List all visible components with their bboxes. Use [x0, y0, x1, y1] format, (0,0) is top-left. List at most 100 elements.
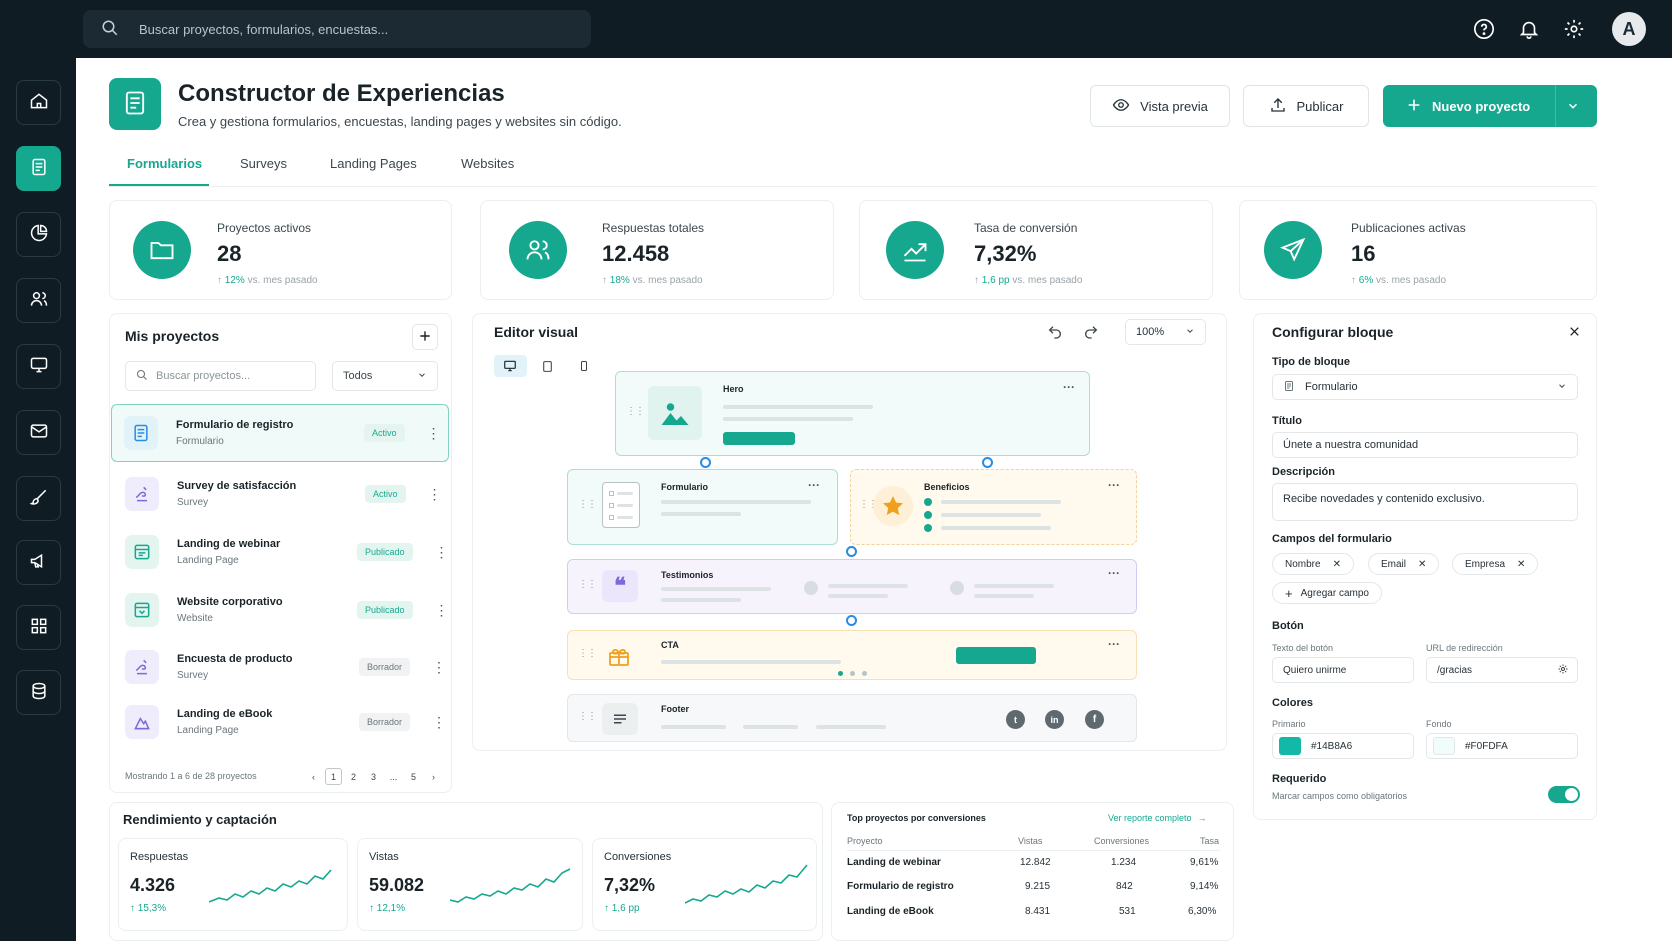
project-row-landing-ebook[interactable]: Landing de eBook Landing Page Borrador ⋮ — [111, 693, 449, 751]
chevron-right-icon[interactable]: › — [425, 768, 442, 785]
title-label: Título — [1272, 415, 1302, 427]
undo-icon[interactable] — [1047, 324, 1063, 343]
add-block-node[interactable] — [846, 615, 857, 626]
mobile-icon[interactable] — [567, 355, 600, 377]
table-row[interactable]: Landing de eBook 8.431 531 6,30% — [847, 906, 1220, 926]
drag-handle-icon[interactable]: ⋮⋮ — [578, 648, 597, 659]
project-row-landing-webinar[interactable]: Landing de webinar Landing Page Publicado… — [111, 523, 449, 581]
desktop-icon[interactable] — [494, 355, 527, 377]
more-options-icon[interactable]: ⋮ — [427, 425, 441, 442]
cta-block[interactable]: ⋮⋮ CTA ··· — [567, 630, 1137, 680]
close-icon[interactable]: ✕ — [1517, 559, 1525, 570]
preview-button[interactable]: Vista previa — [1090, 85, 1230, 127]
more-options-icon[interactable]: ··· — [808, 478, 820, 492]
hero-block[interactable]: ⋮⋮ Hero ··· — [615, 371, 1090, 456]
required-toggle[interactable] — [1548, 786, 1580, 803]
gear-icon[interactable] — [1562, 17, 1586, 41]
sidebar-item-design[interactable] — [16, 476, 61, 521]
field-chip-nombre[interactable]: Nombre ✕ — [1272, 553, 1354, 575]
description-textarea[interactable]: Recibe novedades y contenido exclusivo. — [1272, 483, 1578, 521]
avatar[interactable]: A — [1612, 12, 1646, 46]
field-chip-email[interactable]: Email ✕ — [1368, 553, 1440, 575]
close-icon[interactable]: ✕ — [1333, 559, 1341, 570]
tab-surveys[interactable]: Surveys — [240, 156, 287, 171]
page-button[interactable]: 5 — [405, 768, 422, 785]
background-color-input[interactable]: #F0FDFA — [1426, 733, 1578, 759]
sidebar-item-contacts[interactable] — [16, 278, 61, 323]
more-options-icon[interactable]: ··· — [1108, 637, 1120, 651]
bell-icon[interactable] — [1517, 17, 1541, 41]
more-options-icon[interactable]: ⋮ — [432, 714, 446, 731]
sidebar-item-database[interactable] — [16, 670, 61, 715]
more-options-icon[interactable]: ⋮ — [435, 544, 449, 561]
megaphone-icon — [29, 551, 49, 574]
project-filter-select[interactable]: Todos — [332, 361, 438, 391]
form-block[interactable]: ⋮⋮ Formulario ··· — [567, 469, 838, 545]
title-input[interactable]: Únete a nuestra comunidad — [1272, 432, 1578, 458]
add-field-button[interactable]: + Agregar campo — [1272, 582, 1382, 604]
more-options-icon[interactable]: ··· — [1063, 380, 1075, 394]
add-project-button[interactable] — [412, 324, 438, 350]
sidebar-item-apps[interactable] — [16, 605, 61, 650]
chevron-down-icon[interactable] — [1566, 99, 1580, 116]
sidebar-item-websites[interactable] — [16, 344, 61, 389]
add-block-node[interactable] — [700, 457, 711, 468]
page-button[interactable]: 1 — [325, 768, 342, 785]
more-options-icon[interactable]: ⋮ — [432, 659, 446, 676]
add-block-node[interactable] — [846, 546, 857, 557]
publish-button[interactable]: Publicar — [1243, 85, 1369, 127]
project-row-website-corporativo[interactable]: Website corporativo Website Publicado ⋮ — [111, 581, 449, 639]
status-badge: Borrador — [359, 658, 411, 676]
full-report-link[interactable]: Ver reporte completo → — [1108, 813, 1207, 823]
redirect-url-input[interactable]: /gracias — [1426, 657, 1578, 683]
block-type-select[interactable]: Formulario — [1272, 374, 1578, 400]
gear-icon[interactable] — [1557, 663, 1569, 678]
tablet-icon[interactable] — [531, 355, 564, 377]
text-align-icon — [602, 703, 638, 735]
sidebar-item-home[interactable] — [16, 80, 61, 125]
testimonials-block[interactable]: ⋮⋮ ❝ Testimonios ··· — [567, 559, 1137, 614]
footer-block[interactable]: ⋮⋮ Footer t in f — [567, 694, 1137, 742]
project-search-input[interactable]: Buscar proyectos... — [125, 361, 316, 391]
add-block-node[interactable] — [982, 457, 993, 468]
table-row[interactable]: Landing de webinar 12.842 1.234 9,61% — [847, 857, 1220, 877]
page-subtitle: Crea y gestiona formularios, encuestas, … — [178, 114, 622, 129]
tab-formularios[interactable]: Formularios — [127, 156, 202, 171]
block-type-display: Formulario — [1283, 380, 1358, 395]
redo-icon[interactable] — [1083, 324, 1099, 343]
stat-value: 28 — [217, 241, 242, 266]
drag-handle-icon[interactable]: ⋮⋮ — [578, 579, 597, 590]
primary-color-input[interactable]: #14B8A6 — [1272, 733, 1414, 759]
new-project-button[interactable]: Nuevo proyecto — [1383, 85, 1597, 127]
project-row-survey-satisfaccion[interactable]: Survey de satisfacción Survey Activo ⋮ — [111, 465, 449, 523]
more-options-icon[interactable]: ··· — [1108, 478, 1120, 492]
global-search-input[interactable]: Buscar proyectos, formularios, encuestas… — [83, 10, 591, 48]
drag-handle-icon[interactable]: ⋮⋮ — [626, 406, 645, 417]
button-text-input[interactable]: Quiero unirme — [1272, 657, 1414, 683]
project-row-encuesta-producto[interactable]: Encuesta de producto Survey Borrador ⋮ — [111, 638, 449, 696]
close-icon[interactable]: ✕ — [1418, 559, 1426, 570]
close-icon[interactable] — [1568, 325, 1581, 341]
page-button[interactable]: 2 — [345, 768, 362, 785]
more-options-icon[interactable]: ··· — [1108, 566, 1120, 580]
more-options-icon[interactable]: ⋮ — [435, 602, 449, 619]
field-chip-empresa[interactable]: Empresa ✕ — [1452, 553, 1539, 575]
background-color-swatch[interactable] — [1433, 737, 1455, 755]
page-button[interactable]: 3 — [365, 768, 382, 785]
sidebar-item-campaigns[interactable] — [16, 540, 61, 585]
sidebar-item-email[interactable] — [16, 410, 61, 455]
sidebar-item-analytics[interactable] — [16, 212, 61, 257]
help-icon[interactable] — [1472, 17, 1496, 41]
tab-websites[interactable]: Websites — [461, 156, 514, 171]
chevron-left-icon[interactable]: ‹ — [305, 768, 322, 785]
drag-handle-icon[interactable]: ⋮⋮ — [578, 499, 597, 510]
more-options-icon[interactable]: ⋮ — [428, 486, 442, 503]
drag-handle-icon[interactable]: ⋮⋮ — [578, 711, 597, 722]
project-row-formulario-registro[interactable]: Formulario de registro Formulario Activo … — [111, 404, 449, 462]
zoom-select[interactable]: 100% — [1125, 319, 1206, 345]
table-row[interactable]: Formulario de registro 9.215 842 9,14% — [847, 881, 1220, 901]
primary-color-swatch[interactable] — [1279, 737, 1301, 755]
sidebar-item-forms[interactable] — [16, 146, 61, 191]
benefits-block[interactable]: ⋮⋮ Beneficios ··· — [850, 469, 1137, 545]
tab-landing-pages[interactable]: Landing Pages — [330, 156, 417, 171]
